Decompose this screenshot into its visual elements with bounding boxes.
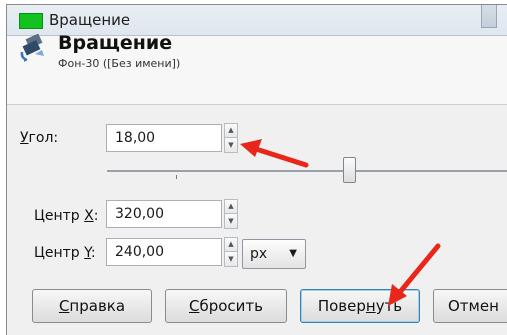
center-x-spinner[interactable]: ▲ ▼: [224, 199, 238, 229]
center-y-increment-button[interactable]: ▲: [224, 237, 238, 252]
unit-dropdown[interactable]: px ▼: [242, 239, 306, 269]
dialog-subtitle: Фон-30 ([Без имени]): [58, 57, 181, 70]
window-title: Вращение: [49, 11, 131, 29]
angle-input[interactable]: 18,00: [106, 124, 222, 152]
center-x-increment-button[interactable]: ▲: [224, 199, 238, 214]
help-button[interactable]: Справка: [32, 289, 152, 323]
center-y-decrement-button[interactable]: ▼: [224, 252, 238, 267]
cancel-button[interactable]: Отмен: [433, 289, 507, 323]
chevron-down-icon: ▼: [289, 248, 297, 259]
angle-decrement-button[interactable]: ▼: [224, 138, 238, 153]
window-control-button[interactable]: [481, 5, 497, 28]
center-x-decrement-button[interactable]: ▼: [224, 214, 238, 229]
rotate-button[interactable]: Повернуть: [300, 289, 420, 323]
center-y-label: Центр Y:: [34, 245, 96, 261]
center-y-spinner[interactable]: ▲ ▼: [224, 237, 238, 267]
angle-label: Угол:: [20, 130, 59, 146]
angle-slider-track[interactable]: [107, 170, 507, 172]
unit-value: px: [250, 246, 268, 262]
app-icon: [19, 13, 43, 29]
angle-increment-button[interactable]: ▲: [224, 123, 238, 138]
center-y-input[interactable]: 240,00: [106, 238, 222, 266]
dialog-title: Вращение: [58, 32, 173, 54]
center-x-input[interactable]: 320,00: [106, 200, 222, 228]
reset-button[interactable]: Сбросить: [165, 289, 287, 323]
angle-slider-thumb[interactable]: [343, 157, 356, 183]
slider-tick: [176, 175, 177, 179]
angle-spinner[interactable]: ▲ ▼: [224, 123, 238, 153]
center-x-label: Центр X:: [34, 208, 99, 224]
rotate-tool-icon: [20, 34, 44, 62]
